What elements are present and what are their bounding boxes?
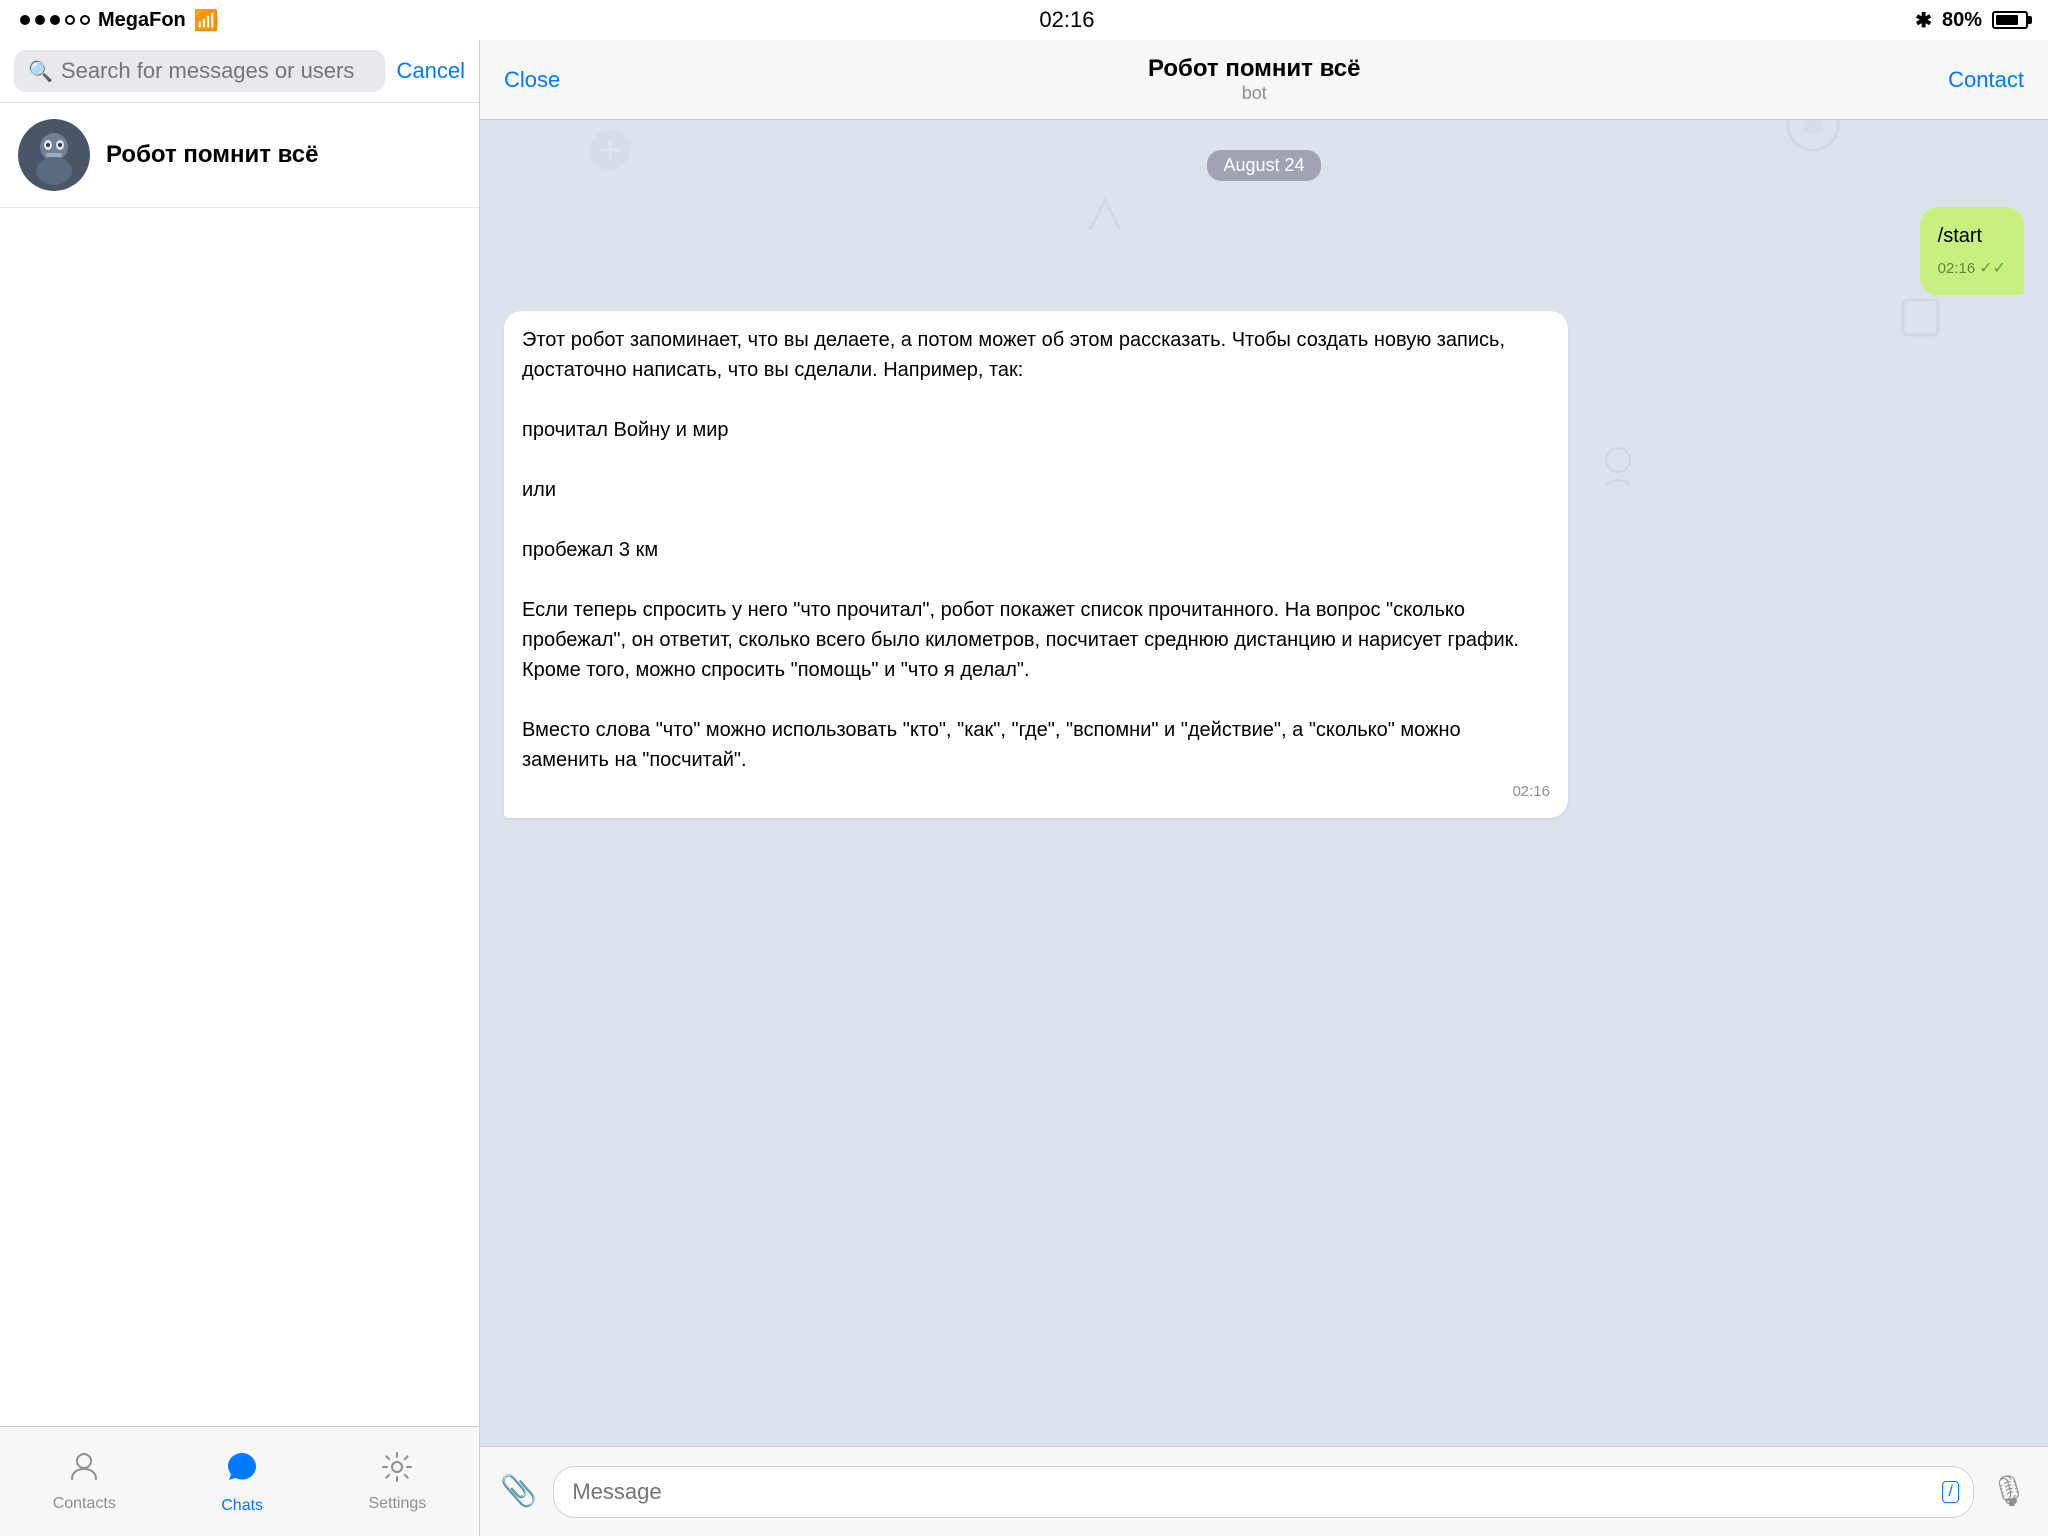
outgoing-bubble: /start 02:16 ✓✓ (1920, 207, 2024, 295)
person-icon (68, 1451, 100, 1491)
nav-item-chats[interactable]: Chats (201, 1441, 283, 1523)
gear-icon (381, 1451, 413, 1491)
chat-header: Close Робот помнит всё bot Contact (480, 40, 2048, 120)
incoming-time: 02:16 (522, 781, 1550, 804)
nav-item-contacts[interactable]: Contacts (33, 1443, 136, 1521)
nav-label-contacts: Contacts (53, 1495, 116, 1513)
nav-item-settings[interactable]: Settings (348, 1443, 446, 1521)
messages-area: August 24 /start 02:16 ✓✓ Этот робот зап… (480, 120, 2048, 1446)
shortcut-icon: / (1942, 1481, 1958, 1503)
incoming-timestamp: 02:16 (1512, 781, 1550, 804)
bottom-nav: Contacts Chats Settings (0, 1426, 479, 1536)
chat-header-center: Робот помнит всё bot (1148, 55, 1361, 104)
incoming-bubble: Этот робот запоминает, что вы делаете, а… (504, 311, 1568, 818)
dot4 (65, 15, 75, 25)
outgoing-time: 02:16 ✓✓ (1938, 257, 2006, 281)
outgoing-message-row: /start 02:16 ✓✓ (504, 207, 2024, 295)
wifi-icon: 📶 (194, 8, 219, 33)
microphone-button[interactable]: 🎙 (1990, 1474, 2028, 1509)
avatar (18, 119, 90, 191)
bluetooth-icon: ✱ (1915, 8, 1932, 33)
chat-item[interactable]: Робот помнит всё (0, 103, 479, 208)
search-input-wrap[interactable]: 🔍 (14, 50, 385, 92)
chat-subtitle: bot (1148, 83, 1361, 104)
message-input[interactable] (572, 1479, 1923, 1505)
attach-button[interactable]: 📎 (500, 1474, 537, 1509)
outgoing-timestamp: 02:16 (1938, 258, 1976, 281)
dot1 (20, 15, 30, 25)
outgoing-text: /start (1938, 221, 2006, 251)
dot5 (80, 15, 90, 25)
dot2 (35, 15, 45, 25)
chat-list: Робот помнит всё (0, 103, 479, 1426)
battery-fill (1996, 15, 2018, 25)
incoming-message-row: Этот робот запоминает, что вы делаете, а… (504, 311, 2024, 818)
right-panel: Close Робот помнит всё bot Contact Augus… (480, 40, 2048, 1536)
status-right: ✱ 80% (1915, 8, 2028, 33)
main-area: 🔍 Cancel (0, 40, 2048, 1536)
date-separator: August 24 (504, 150, 2024, 181)
message-input-wrap[interactable]: / (553, 1466, 1974, 1518)
contact-button[interactable]: Contact (1948, 67, 2024, 93)
signal-dots (20, 15, 90, 25)
cancel-button[interactable]: Cancel (397, 58, 465, 84)
nav-label-settings: Settings (368, 1495, 426, 1513)
battery-icon (1992, 11, 2028, 29)
chat-name: Робот помнит всё (106, 141, 319, 169)
chat-icon (224, 1449, 260, 1493)
dot3 (50, 15, 60, 25)
checkmarks-icon: ✓✓ (1979, 257, 2006, 281)
search-bar: 🔍 Cancel (0, 40, 479, 103)
status-left: MegaFon 📶 (20, 8, 219, 33)
search-input[interactable] (61, 58, 371, 84)
incoming-text: Этот робот запоминает, что вы делаете, а… (522, 325, 1550, 775)
close-button[interactable]: Close (504, 67, 560, 93)
search-icon: 🔍 (28, 59, 53, 84)
date-badge: August 24 (1207, 150, 1320, 181)
status-time: 02:16 (1039, 7, 1094, 33)
input-bar: 📎 / 🎙 (480, 1446, 2048, 1536)
carrier-name: MegaFon (98, 9, 186, 32)
nav-label-chats: Chats (221, 1497, 263, 1515)
left-panel: 🔍 Cancel (0, 40, 480, 1536)
chat-title: Робот помнит всё (1148, 55, 1361, 83)
battery-percent: 80% (1942, 9, 1982, 32)
status-bar: MegaFon 📶 02:16 ✱ 80% (0, 0, 2048, 40)
